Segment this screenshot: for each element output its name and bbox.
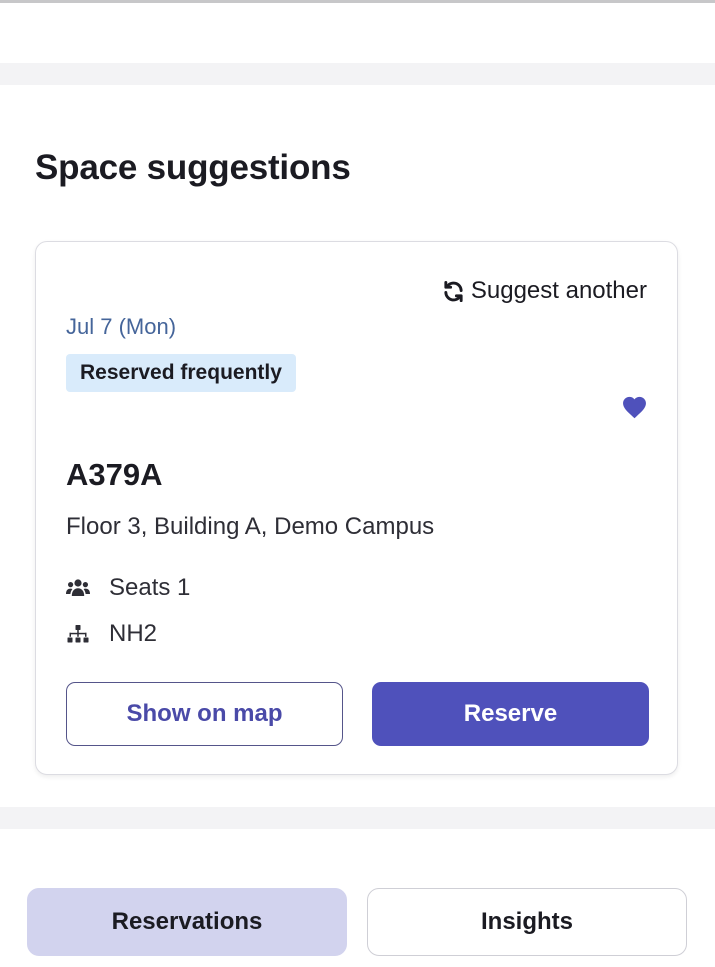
space-suggestion-card: Suggest another Jul 7 (Mon) Reserved fre… (35, 241, 678, 775)
top-divider (0, 0, 715, 3)
sitemap-icon (66, 622, 90, 646)
badge-label: Reserved frequently (80, 361, 282, 384)
space-name: A379A (66, 457, 163, 492)
section-divider (0, 807, 715, 829)
org-unit-detail: NH2 (66, 618, 157, 650)
reserve-button[interactable]: Reserve (372, 682, 649, 746)
tab-insights[interactable]: Insights (367, 888, 687, 956)
favorite-button[interactable] (621, 395, 648, 419)
tab-reservations[interactable]: Reservations (27, 888, 347, 956)
suggest-another-label: Suggest another (470, 277, 647, 304)
org-unit-label: NH2 (109, 620, 158, 647)
space-location: Floor 3, Building A, Demo Campus (66, 513, 435, 540)
reservation-date: Jul 7 (Mon) (66, 314, 177, 339)
seats-label: Seats 1 (109, 574, 191, 601)
section-title: Space suggestions (35, 148, 351, 187)
refresh-icon (442, 280, 465, 303)
seats-detail: Seats 1 (66, 572, 190, 604)
section-divider (0, 63, 715, 85)
show-on-map-button[interactable]: Show on map (66, 682, 343, 746)
heart-icon (623, 396, 646, 419)
reserved-frequently-badge: Reserved frequently (66, 354, 296, 392)
suggest-another-button[interactable]: Suggest another (442, 275, 647, 307)
users-icon (66, 576, 90, 600)
